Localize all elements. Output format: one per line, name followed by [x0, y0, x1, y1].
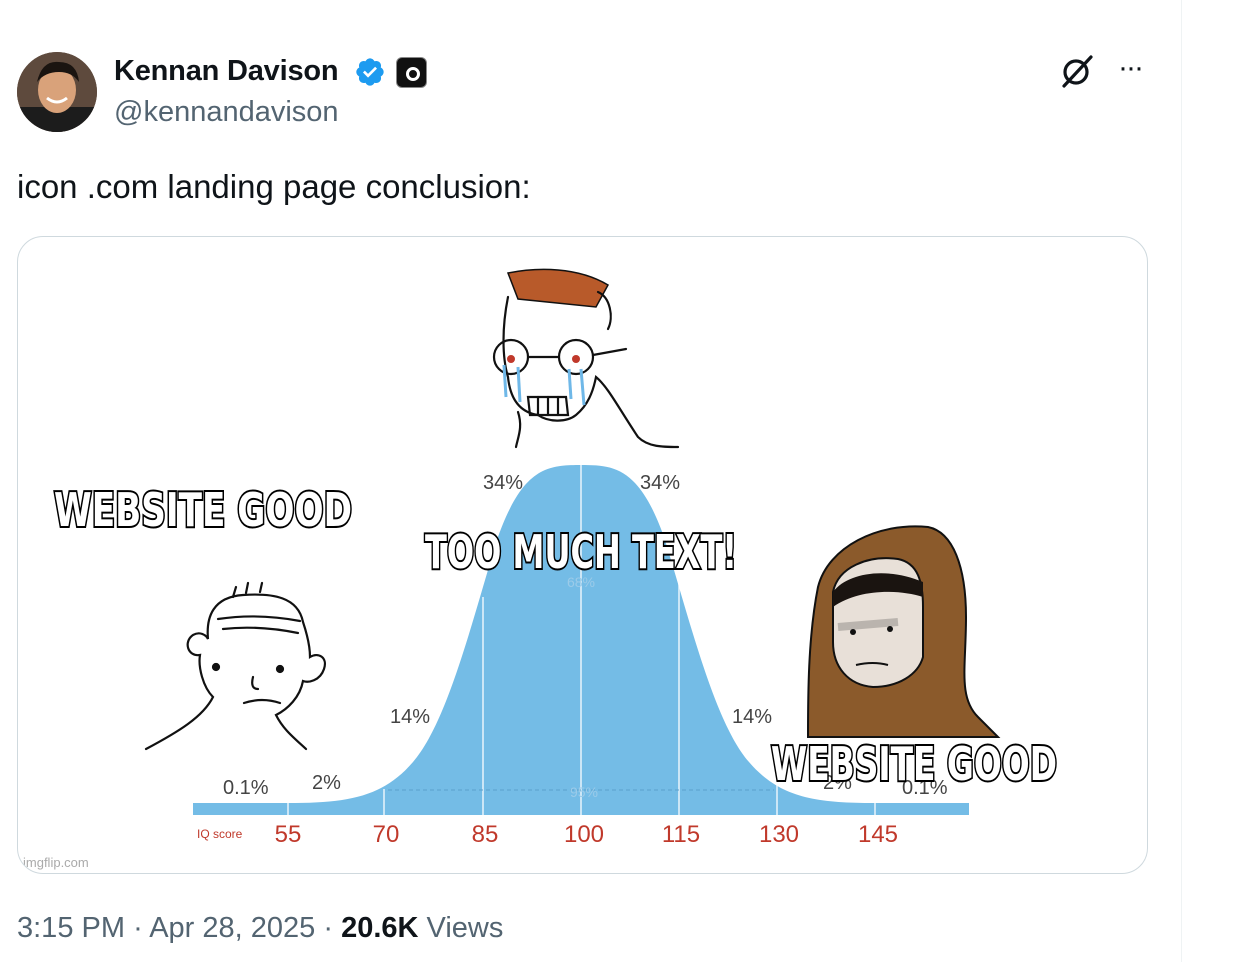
tweet-time[interactable]: 3:15 PM — [17, 912, 125, 944]
iq-tick-label: 85 — [472, 821, 499, 848]
iq-tick-label: 55 — [275, 821, 302, 848]
iq-tick-label: 115 — [662, 821, 700, 848]
affiliate-badge-icon[interactable] — [396, 57, 427, 88]
left-wojak-drawing — [144, 581, 326, 751]
display-name[interactable]: Kennan Davison — [114, 55, 339, 88]
caption-center: TOO MUCH TEXT! — [425, 525, 737, 579]
right-wojak-drawing — [806, 525, 1001, 738]
avatar[interactable] — [17, 52, 97, 132]
meta-separator: · — [133, 912, 143, 944]
timeline-divider — [1181, 0, 1182, 962]
tweet-meta: 3:15 PM · Apr 28, 2025 · 20.6K Views — [17, 912, 503, 945]
views-count: 20.6K — [341, 912, 419, 944]
percent-label: 34% — [640, 472, 680, 494]
caption-left: WEBSITE GOOD — [54, 483, 352, 537]
percent-label: 2% — [312, 772, 341, 794]
caption-right: WEBSITE GOOD — [771, 737, 1057, 791]
more-options-icon[interactable]: ··· — [1110, 53, 1150, 88]
tweet-date[interactable]: Apr 28, 2025 — [149, 912, 315, 944]
percent-label: 0.1% — [223, 777, 269, 799]
percent-label: 34% — [483, 472, 523, 494]
avatar-image — [17, 52, 97, 132]
iq-tick-label: 130 — [759, 821, 799, 848]
iq-tick-label: 100 — [564, 821, 604, 848]
percent-label: 14% — [732, 706, 772, 728]
imgflip-watermark: imgflip.com — [23, 855, 89, 870]
iq-tick-label: 70 — [373, 821, 400, 848]
media-card[interactable]: 68% 95% 34% 34% 14% 14% 0.1% 2% 2% 0.1% … — [17, 236, 1148, 874]
meme-image: 68% 95% 34% 34% 14% 14% 0.1% 2% 2% 0.1% … — [23, 268, 1059, 870]
verified-badge-icon[interactable] — [354, 56, 386, 88]
views-label: Views — [426, 912, 504, 944]
iq-score-label: IQ score — [197, 827, 243, 841]
grok-icon[interactable] — [1059, 53, 1095, 89]
percent-label: 14% — [390, 706, 430, 728]
tweet-text: icon .com landing page conclusion: — [17, 168, 531, 205]
center-wojak-drawing — [492, 268, 680, 449]
handle[interactable]: @kennandavison — [114, 96, 339, 129]
center-95-label: 95% — [570, 784, 598, 800]
iq-tick-label: 145 — [858, 821, 898, 848]
meta-separator: · — [323, 912, 334, 944]
